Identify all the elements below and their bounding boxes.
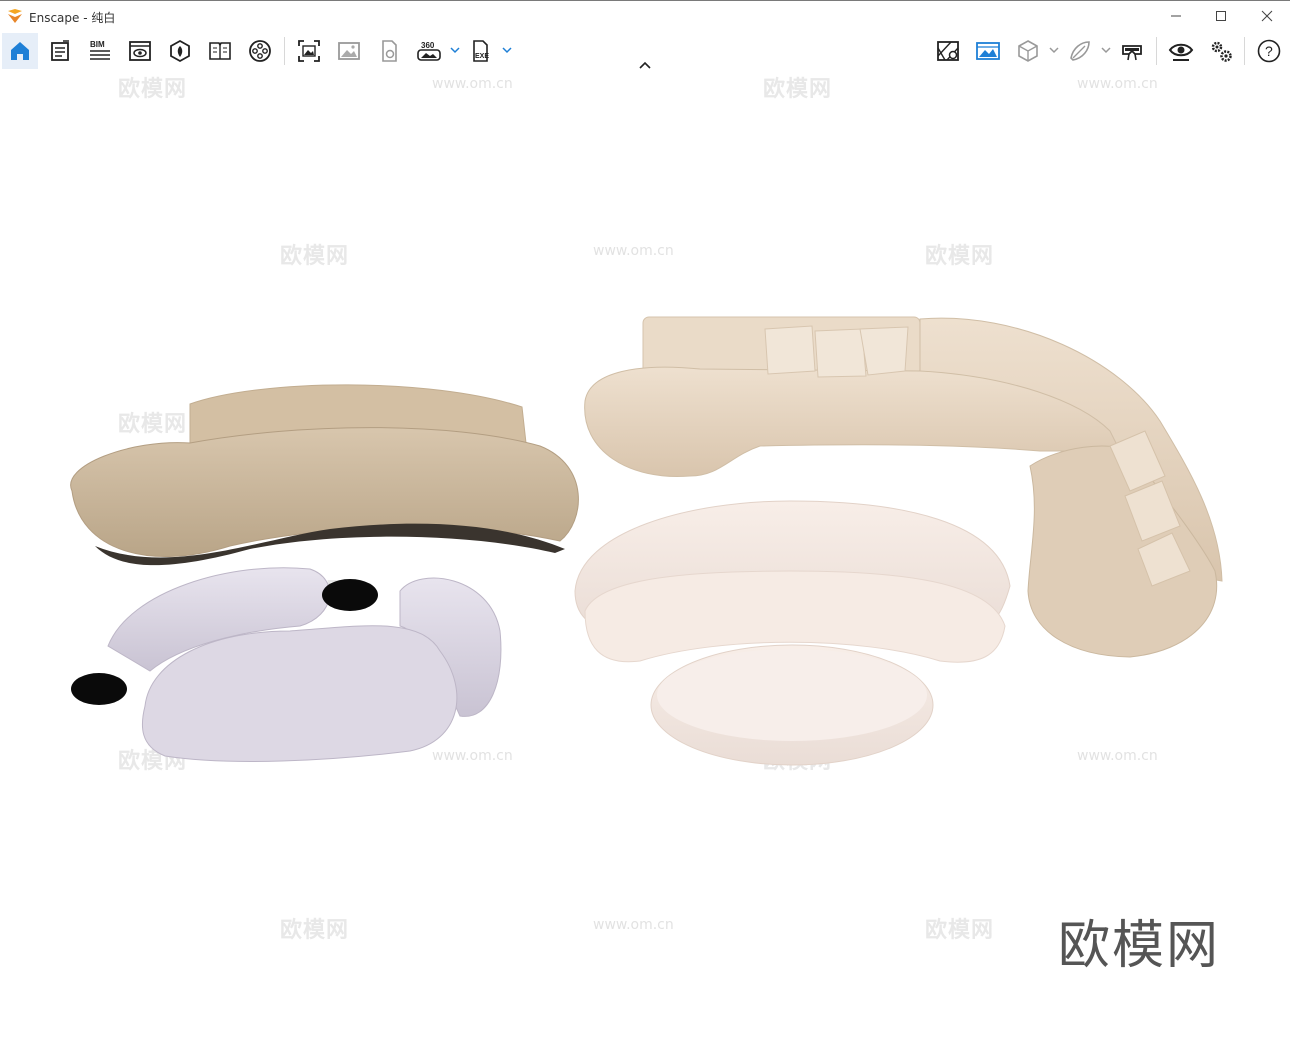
batch-render-button[interactable]	[331, 33, 367, 69]
brand-watermark: 欧模网	[1058, 916, 1221, 976]
toolbar-separator	[1156, 37, 1157, 65]
vr-headset-icon	[1122, 45, 1142, 61]
close-icon	[1261, 10, 1273, 22]
toolbar-separator	[284, 37, 285, 65]
log-icon	[51, 40, 69, 61]
minimize-button[interactable]	[1153, 1, 1199, 31]
chevron-down-icon	[450, 47, 460, 54]
visual-settings-button[interactable]	[122, 33, 158, 69]
exe-export-icon: EXE	[473, 40, 489, 62]
maximize-icon	[1216, 11, 1226, 21]
help-button[interactable]: ?	[1251, 33, 1287, 69]
asset-library-button[interactable]	[162, 33, 198, 69]
title-bar: Enscape - 纯白	[0, 0, 1290, 31]
toolbar-separator	[1244, 37, 1245, 65]
screenshot-button[interactable]	[291, 33, 327, 69]
ortho-cube-icon	[1018, 40, 1038, 62]
render-viewport[interactable]: 欧模网 www.om.cn 欧模网 www.om.cn 欧模网 www.om.c…	[0, 71, 1290, 1039]
bim-button[interactable]: BIM	[82, 33, 118, 69]
video-reel-icon	[249, 40, 271, 62]
toolbar: BIM 360 EXE ?	[0, 31, 1290, 71]
log-button[interactable]	[42, 33, 78, 69]
bim-label: BIM	[90, 40, 105, 49]
eye-icon	[1168, 43, 1194, 61]
panorama-360-icon: 360	[417, 41, 441, 61]
help-icon: ?	[1257, 39, 1281, 63]
view-sync-icon	[976, 42, 1000, 60]
video-editor-button[interactable]	[242, 33, 278, 69]
material-book-button[interactable]	[202, 33, 238, 69]
export-file-icon	[382, 40, 397, 62]
enscape-logo-icon	[8, 9, 22, 23]
light-view-button[interactable]	[1062, 33, 1098, 69]
light-view-dropdown[interactable]	[1100, 43, 1112, 57]
site-context-button[interactable]	[930, 33, 966, 69]
visual-settings-icon	[129, 41, 151, 61]
exe-export-button[interactable]: EXE	[463, 33, 499, 69]
panorama-button[interactable]: 360	[411, 33, 447, 69]
collapse-toolbar-button[interactable]	[637, 58, 653, 70]
vr-headset-button[interactable]	[1114, 33, 1150, 69]
exe-label: EXE	[475, 53, 489, 60]
settings-gears-icon	[1211, 41, 1232, 62]
live-view-button[interactable]	[1163, 33, 1199, 69]
ortho-view-button[interactable]	[1010, 33, 1046, 69]
blush-ottoman	[650, 644, 934, 766]
asset-library-icon	[170, 39, 190, 63]
minimize-icon	[1171, 15, 1181, 17]
blush-curved-sofa	[574, 500, 1011, 663]
light-view-icon	[1070, 41, 1090, 61]
home-icon	[11, 42, 29, 60]
exe-export-dropdown[interactable]	[501, 43, 513, 57]
panorama-dropdown[interactable]	[449, 43, 461, 57]
chevron-down-icon	[1101, 47, 1111, 54]
image-icon	[338, 42, 360, 60]
maximize-button[interactable]	[1198, 1, 1244, 31]
site-context-icon	[937, 41, 959, 61]
chevron-down-icon	[1049, 47, 1059, 54]
chevron-up-icon	[639, 61, 651, 69]
bim-icon: BIM	[90, 40, 110, 60]
help-label: ?	[1265, 43, 1273, 59]
view-sync-button[interactable]	[970, 33, 1006, 69]
sofa-render-scene	[70, 316, 1223, 766]
home-button[interactable]	[2, 33, 38, 69]
screenshot-icon	[298, 40, 320, 62]
pano-label: 360	[421, 41, 435, 50]
material-book-icon	[209, 42, 231, 60]
export-file-button[interactable]	[371, 33, 407, 69]
ortho-view-dropdown[interactable]	[1048, 43, 1060, 57]
chevron-down-icon	[502, 47, 512, 54]
settings-button[interactable]	[1203, 33, 1239, 69]
close-button[interactable]	[1244, 1, 1290, 31]
window-title: Enscape - 纯白	[29, 11, 116, 25]
tan-curved-sofa	[70, 384, 579, 566]
lavender-organic-sofa	[71, 567, 502, 762]
